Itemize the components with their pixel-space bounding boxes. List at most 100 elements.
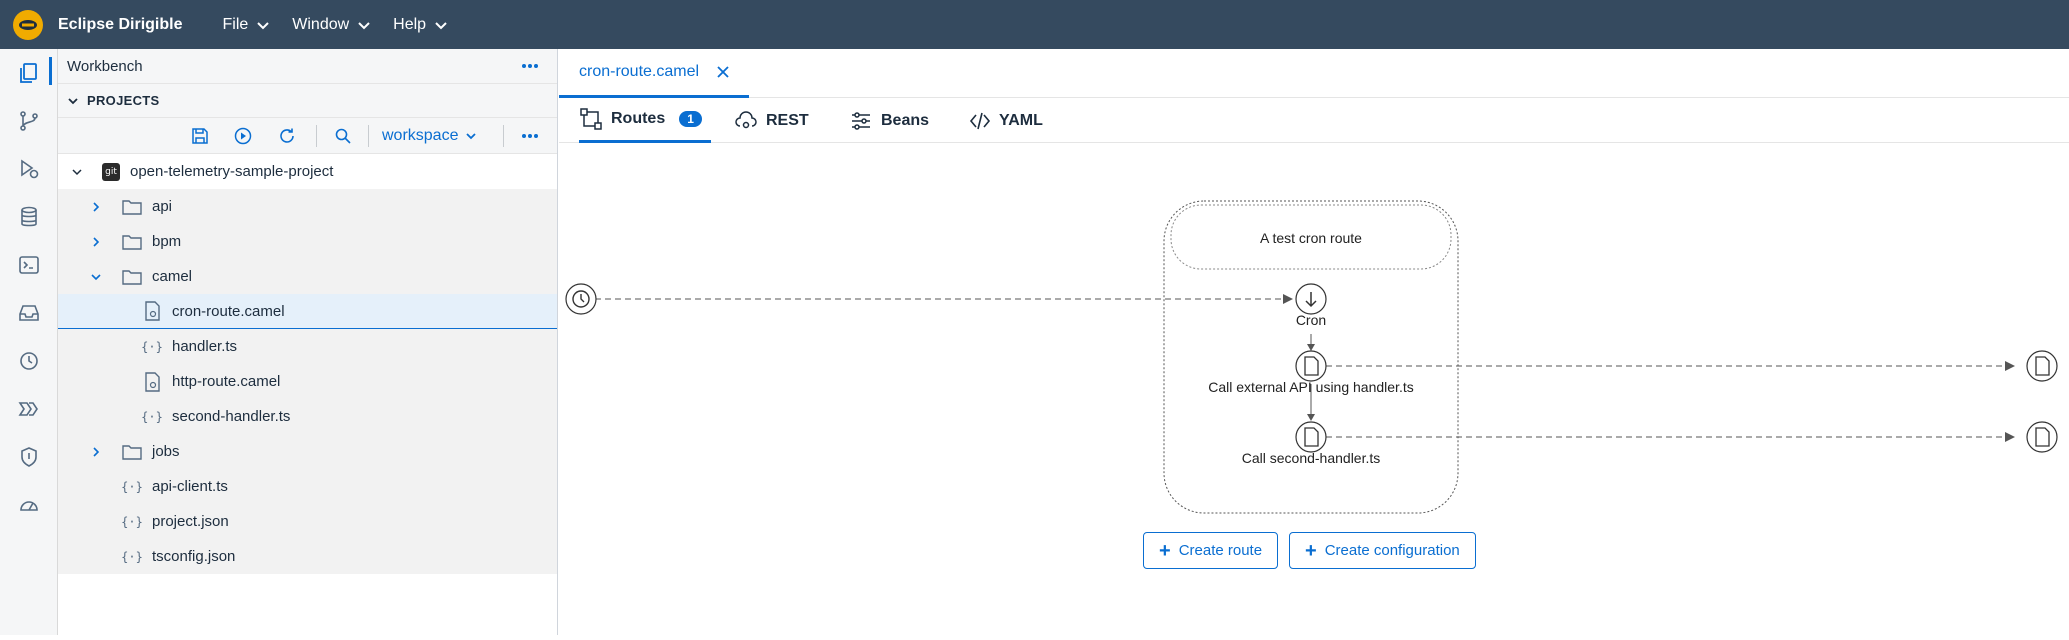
endpoint-node[interactable] xyxy=(2026,421,2058,453)
chevron-down-icon xyxy=(358,21,370,29)
tree-item-label: jobs xyxy=(152,443,180,460)
dashboard-icon xyxy=(20,501,38,511)
menu-file-label: File xyxy=(222,15,249,33)
editor-tab-bar: cron-route.camel xyxy=(559,49,2069,98)
tree-row-file[interactable]: {·} second-handler.ts xyxy=(58,399,557,434)
activity-debug[interactable] xyxy=(0,145,58,193)
subtab-yaml-label: YAML xyxy=(999,111,1043,129)
code-file-icon: {·} xyxy=(141,409,163,424)
tree-row-file[interactable]: {·} tsconfig.json xyxy=(58,539,557,574)
subtab-beans-label: Beans xyxy=(881,111,930,129)
git-badge-text: git xyxy=(102,162,120,181)
pipeline-icon xyxy=(18,402,38,416)
activity-database[interactable] xyxy=(0,193,58,241)
subtab-beans[interactable]: Beans xyxy=(849,98,929,143)
chevron-down-icon[interactable] xyxy=(89,270,103,284)
more-options-icon[interactable] xyxy=(518,124,542,148)
handler-step-label: Call external API using handler.ts xyxy=(1208,379,1413,395)
project-name: open-telemetry-sample-project xyxy=(130,163,334,180)
chevron-right-icon[interactable] xyxy=(89,445,103,459)
menu-file[interactable]: File xyxy=(222,16,270,34)
search-icon[interactable] xyxy=(331,124,355,148)
activity-git[interactable] xyxy=(0,97,58,145)
projects-toolbar: workspace xyxy=(58,118,557,154)
tree-row-file[interactable]: {·} handler.ts xyxy=(58,329,557,364)
camel-file-icon xyxy=(141,300,163,322)
plus-icon: + xyxy=(1159,539,1171,562)
sidebar-header: Workbench xyxy=(58,49,557,84)
projects-section-label: PROJECTS xyxy=(87,93,160,108)
close-icon[interactable] xyxy=(717,66,729,78)
toolbar-separator xyxy=(316,125,317,147)
tree-row-file[interactable]: {·} api-client.ts xyxy=(58,469,557,504)
tree-row-folder[interactable]: bpm xyxy=(58,224,557,259)
tree-row-folder[interactable]: api xyxy=(58,189,557,224)
tree-item-label: project.json xyxy=(152,513,229,530)
subtab-routes-label: Routes xyxy=(611,110,666,127)
chevron-down-icon xyxy=(72,168,82,175)
refresh-icon[interactable] xyxy=(275,124,299,148)
handler-step-node[interactable] xyxy=(1295,350,1327,382)
activity-terminal[interactable] xyxy=(0,241,58,289)
camel-file-icon xyxy=(141,371,163,393)
menu-window[interactable]: Window xyxy=(292,16,371,34)
tab-cron-route[interactable]: cron-route.camel xyxy=(559,49,750,98)
activity-inbox[interactable] xyxy=(0,289,58,337)
chevron-right-icon[interactable] xyxy=(89,235,103,249)
activity-pipeline[interactable] xyxy=(0,385,58,433)
folder-icon xyxy=(121,231,143,253)
create-configuration-button[interactable]: + Create configuration xyxy=(1289,532,1476,569)
tree-row-file[interactable]: cron-route.camel xyxy=(58,294,557,329)
arrow-head xyxy=(1283,294,1293,304)
subtab-yaml[interactable]: YAML xyxy=(969,98,1043,143)
inbox-icon xyxy=(19,305,39,321)
tree-row-file[interactable]: {·} project.json xyxy=(58,504,557,539)
chevron-right-icon[interactable] xyxy=(89,200,103,214)
create-route-button[interactable]: + Create route xyxy=(1143,532,1279,569)
activity-history[interactable] xyxy=(0,337,58,385)
activity-projects[interactable] xyxy=(0,49,58,97)
workspace-select[interactable]: workspace xyxy=(382,118,477,154)
code-file-icon: {·} xyxy=(121,549,143,564)
second-handler-step-node[interactable] xyxy=(1295,421,1327,453)
toolbar-separator xyxy=(503,125,504,147)
tree-item-label: tsconfig.json xyxy=(152,548,236,565)
route-description: A test cron route xyxy=(1260,230,1362,246)
more-options-icon[interactable] xyxy=(518,54,542,78)
subtab-routes[interactable]: Routes 1 xyxy=(579,98,711,143)
tree-row-folder[interactable]: camel xyxy=(58,259,557,294)
folder-icon xyxy=(121,196,143,218)
endpoint-node[interactable] xyxy=(2026,350,2058,382)
subtab-rest[interactable]: REST xyxy=(734,98,809,143)
timer-node[interactable] xyxy=(565,283,597,315)
tree-row-project[interactable]: git open-telemetry-sample-project xyxy=(58,154,557,189)
sidebar-title: Workbench xyxy=(67,57,143,75)
dirigible-logo-icon xyxy=(13,9,43,40)
cron-step-label: Cron xyxy=(1296,312,1326,328)
tree-row-file[interactable]: http-route.camel xyxy=(58,364,557,399)
subtab-rest-label: REST xyxy=(766,111,809,129)
tree-item-label: api-client.ts xyxy=(152,478,228,495)
debug-icon xyxy=(21,159,39,179)
tree-item-label: handler.ts xyxy=(172,338,238,355)
route-subtabs: Routes 1 REST Beans YAML xyxy=(559,98,2069,143)
activity-security[interactable] xyxy=(0,433,58,481)
tree-item-label: second-handler.ts xyxy=(172,408,291,425)
sliders-icon xyxy=(852,111,870,130)
toolbar-separator xyxy=(368,125,369,147)
run-icon[interactable] xyxy=(231,124,255,148)
chevron-down-icon xyxy=(435,21,447,29)
create-route-label: Create route xyxy=(1178,542,1263,559)
activity-bar xyxy=(0,49,58,635)
tree-row-folder[interactable]: jobs xyxy=(58,434,557,469)
project-tree: git open-telemetry-sample-project api bpm… xyxy=(58,154,557,574)
history-icon xyxy=(20,352,38,370)
activity-dashboard[interactable] xyxy=(0,481,58,529)
menu-help[interactable]: Help xyxy=(393,16,448,34)
cron-step-node[interactable] xyxy=(1295,283,1327,315)
projects-section-header[interactable]: PROJECTS xyxy=(58,84,557,118)
save-icon[interactable] xyxy=(188,124,212,148)
code-file-icon: {·} xyxy=(141,339,163,354)
routes-count-badge: 1 xyxy=(679,111,702,127)
database-icon xyxy=(21,206,37,227)
